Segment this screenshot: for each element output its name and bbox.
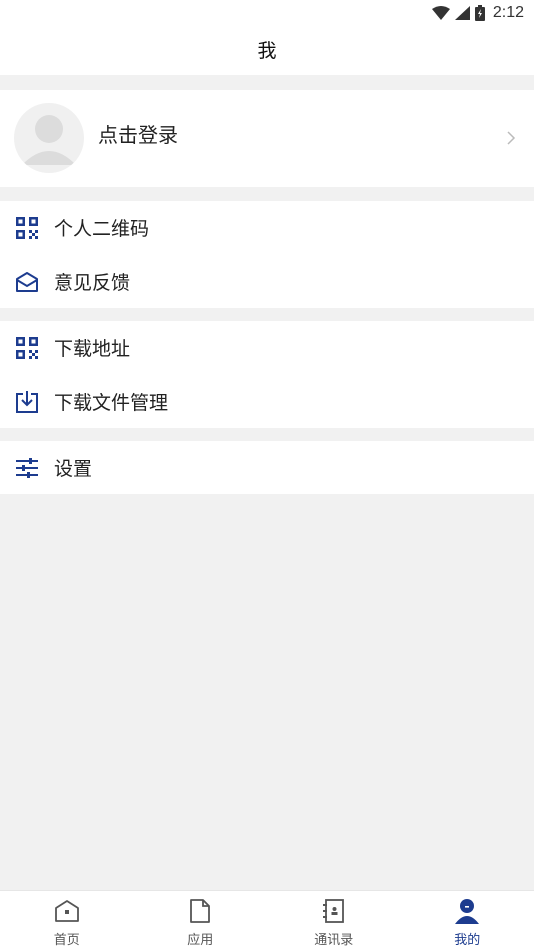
menu-item-label: 意见反馈 [54,272,131,294]
tab-apps[interactable]: 应用 [134,891,268,950]
status-bar: 2:12 [0,0,534,28]
sliders-icon [14,455,40,481]
menu-item-label: 设置 [54,458,93,480]
tab-label: 首页 [53,933,80,948]
home-icon [53,897,81,925]
tab-label: 我的 [454,933,481,948]
menu-group-1: 个人二维码 意见反馈 [0,201,534,308]
menu-item-personal-qr[interactable]: 个人二维码 [0,201,534,254]
file-icon [186,897,214,925]
menu-item-label: 下载文件管理 [54,392,169,414]
menu-item-label: 下载地址 [54,338,131,360]
status-icons: 2:12 [431,4,524,22]
menu-item-download-address[interactable]: 下载地址 [0,321,534,374]
tab-home[interactable]: 首页 [0,891,134,950]
tab-me[interactable]: 我的 [401,891,534,950]
download-icon [14,389,40,415]
login-label: 点击登录 [98,123,178,147]
tab-label: 应用 [187,933,214,948]
avatar [14,103,84,173]
menu-item-settings[interactable]: 设置 [0,441,534,494]
tab-contacts[interactable]: 通讯录 [267,891,401,950]
qr-code-icon [14,335,40,361]
contacts-icon [320,897,348,925]
tab-label: 通讯录 [314,933,354,948]
menu-item-label: 个人二维码 [54,218,150,240]
page-title: 我 [257,40,277,62]
menu-group-2: 下载地址 下载文件管理 [0,321,534,428]
envelope-icon [14,269,40,295]
qr-code-icon [14,215,40,241]
chevron-right-icon [506,130,516,150]
signal-icon [454,6,470,20]
battery-icon [474,5,485,21]
menu-item-download-manager[interactable]: 下载文件管理 [0,375,534,428]
wifi-icon [431,6,450,20]
menu-group-3: 设置 [0,441,534,494]
app-bar: 我 [0,28,534,75]
profile-login-row[interactable]: 点击登录 [0,90,534,187]
person-icon [453,897,481,925]
status-time: 2:12 [492,4,524,21]
menu-item-feedback[interactable]: 意见反馈 [0,255,534,308]
bottom-tab-bar: 首页 应用 通讯录 我的 [0,890,534,950]
